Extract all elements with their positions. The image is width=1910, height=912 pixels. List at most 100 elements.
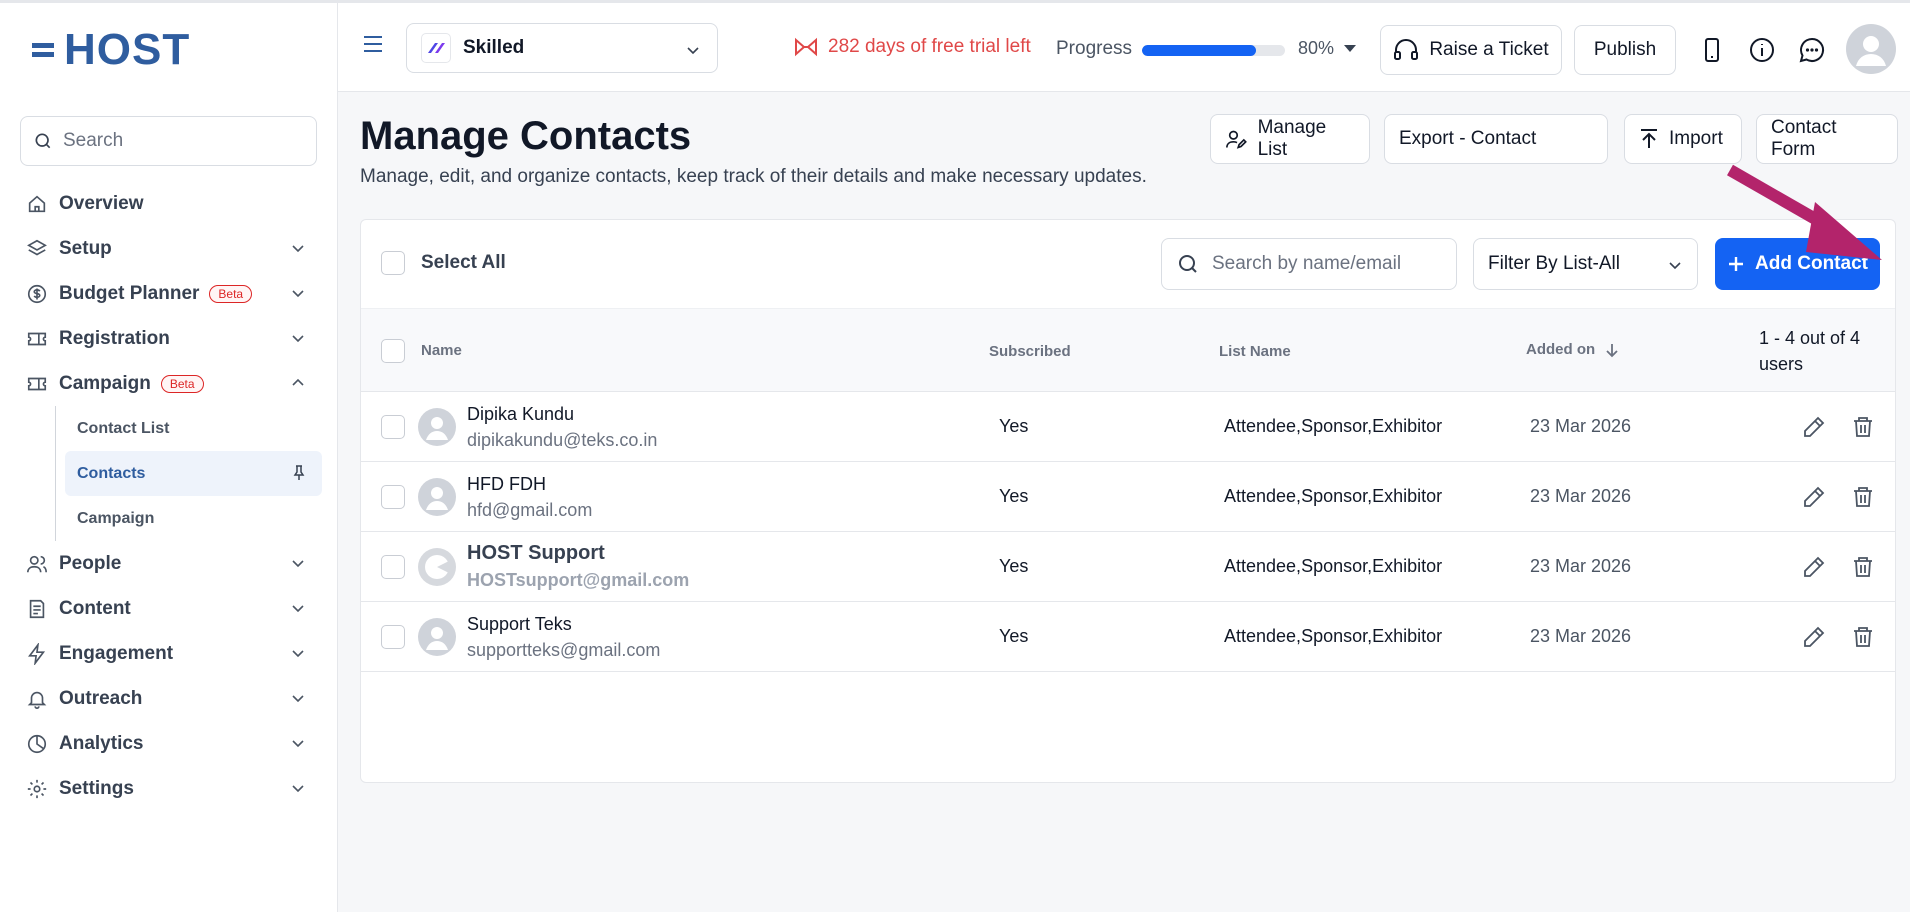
sidebar-subitem-contact-list[interactable]: Contact List	[65, 406, 320, 451]
sidebar-item-people[interactable]: People	[20, 541, 320, 586]
mobile-preview-icon[interactable]	[1698, 36, 1726, 64]
menu-icon[interactable]	[360, 33, 386, 55]
table-search[interactable]	[1161, 238, 1457, 290]
contact-list-name: Attendee,Sponsor,Exhibitor	[1224, 626, 1443, 646]
publish-button[interactable]: Publish	[1574, 25, 1676, 75]
sidebar-item-label: Outreach	[59, 687, 143, 709]
chevron-down-icon	[687, 47, 699, 55]
sort-down-icon	[1606, 343, 1618, 357]
pin-icon[interactable]	[292, 465, 306, 481]
export-contact-button[interactable]: Export - Contact	[1384, 114, 1608, 164]
page-title: Manage Contacts	[360, 114, 692, 158]
trash-icon[interactable]	[1851, 625, 1875, 649]
contact-form-label: Contact Form	[1771, 117, 1837, 160]
import-button[interactable]: Import	[1624, 114, 1742, 164]
sidebar-item-settings[interactable]: Settings	[20, 766, 320, 811]
progress-bar	[1142, 45, 1285, 56]
sidebar-item-setup[interactable]: Setup	[20, 226, 320, 271]
chat-icon[interactable]	[1798, 36, 1826, 64]
gear-icon	[27, 779, 47, 798]
contact-list-name: Attendee,Sponsor,Exhibitor	[1224, 486, 1443, 506]
column-added-on-label: Added on	[1526, 341, 1596, 358]
contact-subscribed: Yes	[999, 486, 1029, 506]
logo[interactable]: HOST	[32, 25, 190, 75]
contact-email: dipikakundu@teks.co.in	[467, 430, 658, 450]
raise-ticket-label: Raise a Ticket	[1429, 39, 1549, 60]
edit-icon[interactable]	[1802, 625, 1826, 649]
column-list-name[interactable]: List Name	[1219, 343, 1291, 360]
chevron-up-icon	[292, 378, 304, 386]
sidebar-item-campaign[interactable]: Campaign Beta	[20, 361, 320, 406]
campaign-subnav: Contact List Contacts Campaign	[55, 406, 322, 541]
info-icon[interactable]	[1748, 36, 1776, 64]
event-name: Skilled	[463, 37, 525, 58]
trial-notice[interactable]: 282 days of free trial left	[794, 36, 1031, 58]
contacts-table-card: Select All Filter By List-All Add Contac…	[360, 219, 1896, 783]
edit-icon[interactable]	[1802, 485, 1826, 509]
beta-badge: Beta	[160, 374, 204, 393]
contact-email: supportteks@gmail.com	[467, 640, 661, 660]
contact-subscribed: Yes	[999, 556, 1029, 576]
sidebar-search-input[interactable]	[63, 130, 303, 152]
manage-list-button[interactable]: Manage List	[1210, 114, 1370, 164]
contact-subscribed: Yes	[999, 626, 1029, 646]
sidebar-item-overview[interactable]: Overview	[20, 181, 320, 226]
pie-chart-icon	[27, 734, 47, 753]
trash-icon[interactable]	[1851, 415, 1875, 439]
chevron-down-icon	[292, 560, 304, 568]
chevron-down-icon	[292, 740, 304, 748]
logo-text: HOST	[64, 25, 191, 74]
dollar-circle-icon	[27, 284, 47, 303]
layers-icon	[27, 239, 47, 255]
contact-name: Support Teks	[467, 614, 572, 634]
sidebar-item-analytics[interactable]: Analytics	[20, 721, 320, 766]
row-checkbox[interactable]	[381, 415, 405, 439]
contact-name: HOST Support	[467, 542, 605, 564]
column-subscribed[interactable]: Subscribed	[989, 343, 1071, 360]
sidebar-item-registration[interactable]: Registration	[20, 316, 320, 361]
table-search-input[interactable]	[1212, 253, 1442, 275]
row-checkbox[interactable]	[381, 485, 405, 509]
trash-icon[interactable]	[1851, 485, 1875, 509]
sidebar-item-engagement[interactable]: Engagement	[20, 631, 320, 676]
select-all-label: Select All	[421, 252, 506, 273]
table-row: Support Teks supportteks@gmail.com Yes A…	[361, 602, 1895, 672]
sidebar-item-content[interactable]: Content	[20, 586, 320, 631]
trash-icon[interactable]	[1851, 555, 1875, 579]
sidebar-subitem-contacts[interactable]: Contacts	[65, 451, 322, 496]
column-added-on[interactable]: Added on	[1526, 341, 1619, 358]
edit-icon[interactable]	[1802, 415, 1826, 439]
sidebar-item-label: Settings	[59, 777, 134, 799]
publish-label: Publish	[1593, 39, 1657, 60]
search-icon	[1179, 255, 1197, 273]
home-icon	[28, 195, 46, 212]
contact-form-button[interactable]: Contact Form	[1756, 114, 1898, 164]
manage-list-label: Manage List	[1257, 117, 1327, 160]
select-all[interactable]: Select All	[381, 251, 506, 275]
header-checkbox[interactable]	[381, 339, 405, 363]
contact-added-on: 23 Mar 2026	[1530, 486, 1632, 506]
event-select[interactable]: Skilled	[406, 23, 718, 73]
chevron-down-icon	[292, 245, 304, 253]
sidebar-item-outreach[interactable]: Outreach	[20, 676, 320, 721]
select-all-checkbox[interactable]	[381, 251, 405, 275]
progress-dropdown-caret-icon[interactable]	[1344, 45, 1356, 52]
sidebar-item-budget-planner[interactable]: Budget Planner Beta	[20, 271, 320, 316]
row-checkbox[interactable]	[381, 625, 405, 649]
sidebar-subitem-campaign[interactable]: Campaign	[65, 496, 320, 541]
chevron-down-icon	[1669, 262, 1681, 270]
contact-email: HOSTsupport@gmail.com	[467, 570, 690, 590]
edit-icon[interactable]	[1802, 555, 1826, 579]
main-content: Manage Contacts Manage, edit, and organi…	[338, 92, 1910, 912]
user-avatar[interactable]	[1846, 24, 1896, 74]
row-checkbox[interactable]	[381, 555, 405, 579]
raise-ticket-button[interactable]: Raise a Ticket	[1380, 25, 1562, 75]
sidebar: HOST Overview Setup Budget Planner Beta …	[0, 0, 338, 912]
sidebar-search[interactable]	[20, 116, 317, 166]
filter-by-list-select[interactable]: Filter By List-All	[1473, 238, 1698, 290]
chevron-down-icon	[292, 335, 304, 343]
contact-avatar	[418, 548, 456, 586]
annotation-arrow-icon	[1727, 164, 1882, 260]
column-name[interactable]: Name	[421, 342, 462, 359]
sidebar-item-label: People	[59, 552, 122, 574]
